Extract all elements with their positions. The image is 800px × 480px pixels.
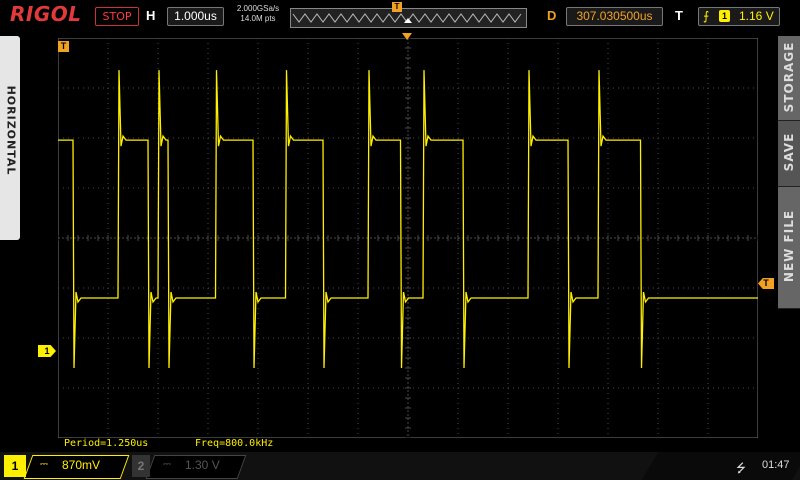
dc-coupling-icon: ⎓ [40, 459, 48, 470]
ch1-tag[interactable]: 1 [4, 455, 26, 477]
brand-logo: RIGOL [10, 2, 82, 26]
trigger-level-marker[interactable]: T [758, 278, 774, 289]
trigger-position-marker[interactable] [402, 33, 412, 40]
memory-position-marker [404, 18, 412, 23]
ch2-tag[interactable]: 2 [132, 455, 150, 477]
dc-coupling-icon: ⎓ [163, 459, 171, 470]
delay-value[interactable]: 307.030500us [566, 7, 663, 26]
memory-overview-wave [292, 13, 522, 23]
memory-trigger-marker: T [392, 2, 402, 12]
trigger-level: 1.16 V [739, 9, 774, 23]
horizontal-label: H [146, 8, 156, 23]
ch1-ground-marker[interactable]: 1 [38, 345, 56, 357]
storage-side-menu: STORAGE SAVE NEW FILE [778, 36, 800, 309]
memory-overview-strip[interactable] [290, 8, 527, 28]
trigger-source: 1 [719, 10, 730, 22]
sample-rate: 2.000GSa/s [236, 4, 280, 13]
ch1-scale: 870mV [62, 458, 101, 472]
menu-save[interactable]: SAVE [778, 121, 800, 187]
run-stop-status[interactable]: STOP [95, 7, 139, 26]
menu-new-file-label: NEW FILE [782, 209, 796, 283]
ch2-scale: 1.30 V [185, 458, 220, 472]
rising-edge-icon: ⨍ [703, 9, 710, 23]
menu-new-file[interactable]: NEW FILE [778, 187, 800, 309]
measurement-frequency: Freq=800.0kHz [195, 438, 274, 449]
trigger-settings[interactable]: ⨍ 1 1.16 V [698, 7, 780, 26]
trigger-label: T [675, 8, 683, 23]
delay-label: D [547, 8, 557, 23]
usb-icon: ⭍ [736, 461, 746, 475]
trigger-left-marker: T [58, 41, 69, 52]
timebase-value[interactable]: 1.000us [167, 7, 224, 26]
waveform-display[interactable] [58, 38, 758, 438]
horizontal-menu-tab[interactable]: HORIZONTAL [0, 36, 20, 240]
memory-depth: 14.0M pts [240, 14, 276, 23]
system-clock: 01:47 [762, 459, 790, 471]
acquisition-info: 2.000GSa/s 14.0M pts [232, 4, 284, 24]
measurement-period: Period=1.250us [64, 438, 149, 449]
horizontal-tab-label: HORIZONTAL [4, 85, 18, 176]
